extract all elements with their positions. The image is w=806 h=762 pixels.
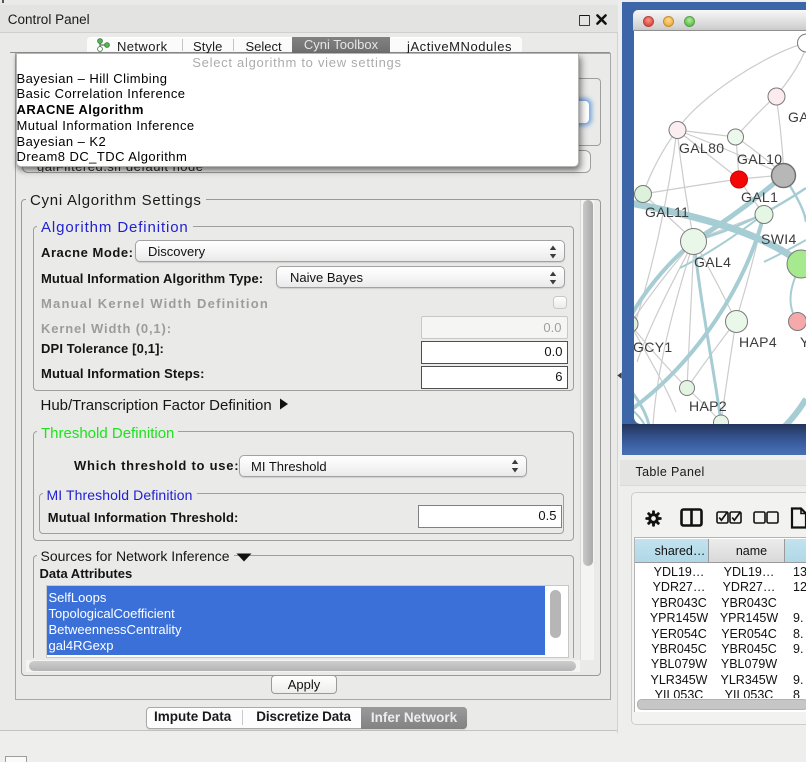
svg-text:GAL: GAL — [788, 109, 806, 125]
svg-text:SWI4: SWI4 — [761, 231, 797, 247]
svg-text:HAP4: HAP4 — [739, 334, 777, 350]
svg-text:GAL4: GAL4 — [694, 254, 731, 270]
svg-text:GAL11: GAL11 — [645, 204, 689, 220]
svg-text:GCY1: GCY1 — [634, 339, 673, 355]
svg-text:GAL80: GAL80 — [679, 140, 724, 156]
svg-text:HAP2: HAP2 — [689, 398, 727, 414]
svg-text:GAL1: GAL1 — [741, 189, 778, 205]
svg-text:GAL10: GAL10 — [737, 151, 782, 167]
svg-text:Y: Y — [800, 334, 806, 350]
